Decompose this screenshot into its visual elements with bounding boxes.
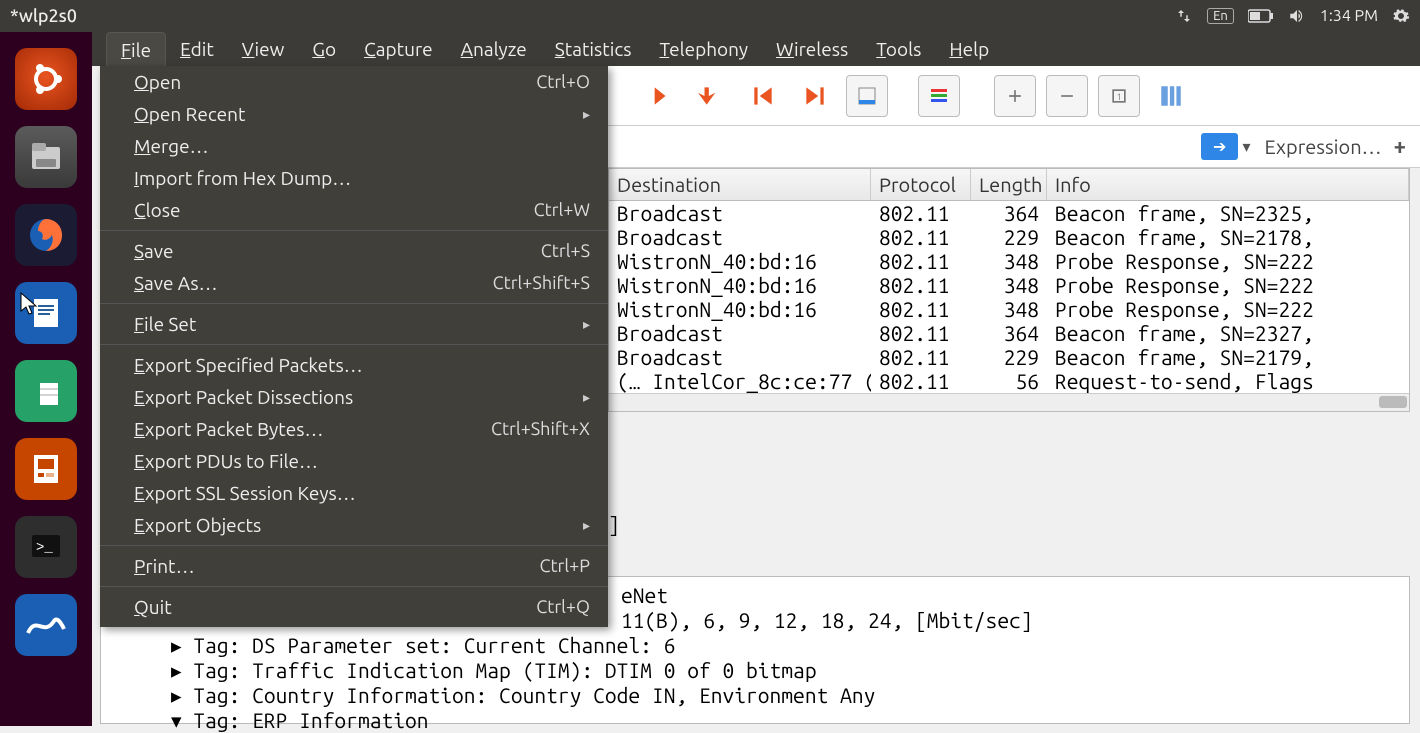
file-menu-dropdown: OpenCtrl+OOpen RecentMerge…Import from H… (100, 66, 608, 627)
filter-history-dropdown-icon[interactable]: ▾ (1242, 137, 1250, 156)
file-menu-quit[interactable]: QuitCtrl+Q (100, 591, 608, 623)
volume-icon[interactable] (1288, 7, 1306, 25)
menu-analyze[interactable]: Analyze (447, 32, 541, 66)
file-menu-file-set[interactable]: File Set (100, 308, 608, 340)
file-menu-export-objects[interactable]: Export Objects (100, 509, 608, 541)
file-menu-export-specified-packets[interactable]: Export Specified Packets… (100, 349, 608, 381)
packet-row[interactable]: Broadcast802.11364Beacon frame, SN=2325, (609, 201, 1409, 225)
network-icon[interactable] (1175, 7, 1193, 25)
menu-edit[interactable]: Edit (166, 32, 228, 66)
launcher-impress-icon[interactable] (15, 438, 77, 500)
launcher-ubuntu-icon[interactable] (15, 48, 77, 110)
packet-row[interactable]: Broadcast802.11229Beacon frame, SN=2179, (609, 345, 1409, 369)
battery-icon[interactable] (1248, 9, 1274, 23)
packet-row[interactable]: (… IntelCor_8c:ce:77 (…802.1156Request-t… (609, 369, 1409, 393)
menu-statistics[interactable]: Statistics (541, 32, 646, 66)
menu-wireless[interactable]: Wireless (762, 32, 862, 66)
system-top-bar: *wlp2s0 En 1:34 PM (0, 0, 1420, 32)
menu-go[interactable]: Go (298, 32, 350, 66)
go-forward-icon[interactable] (638, 75, 680, 117)
menu-help[interactable]: Help (935, 32, 1003, 66)
detail-line[interactable]: ▸ Tag: Traffic Indication Map (TIM): DTI… (111, 658, 1399, 683)
detail-line[interactable]: ▾ Tag: ERP Information (111, 708, 1399, 733)
mouse-cursor-icon (20, 292, 38, 320)
menu-tools[interactable]: Tools (862, 32, 935, 66)
packet-row[interactable]: Broadcast802.11229Beacon frame, SN=2178, (609, 225, 1409, 249)
file-menu-close[interactable]: CloseCtrl+W (100, 194, 608, 226)
app-menubar: FileEditViewGoCaptureAnalyzeStatisticsTe… (92, 32, 1420, 66)
packet-row[interactable]: WistronN_40:bd:16802.11348Probe Response… (609, 297, 1409, 321)
file-menu-import-from-hex-dump[interactable]: Import from Hex Dump… (100, 162, 608, 194)
file-menu-save[interactable]: SaveCtrl+S (100, 235, 608, 267)
column-header-info[interactable]: Info (1047, 169, 1409, 200)
add-filter-button[interactable]: + (1394, 134, 1406, 159)
file-menu-save-as[interactable]: Save As…Ctrl+Shift+S (100, 267, 608, 299)
system-indicators: En 1:34 PM (1175, 7, 1410, 25)
packet-row[interactable]: WistronN_40:bd:16802.11348Probe Response… (609, 273, 1409, 297)
truncated-bracket: ] (608, 512, 620, 536)
horizontal-scrollbar[interactable] (609, 393, 1409, 411)
column-header-protocol[interactable]: Protocol (871, 169, 971, 200)
autoscroll-icon[interactable] (846, 75, 888, 117)
go-last-icon[interactable] (794, 75, 836, 117)
zoom-in-icon[interactable] (994, 75, 1036, 117)
packet-row[interactable]: Broadcast802.11364Beacon frame, SN=2327, (609, 321, 1409, 345)
zoom-out-icon[interactable] (1046, 75, 1088, 117)
file-menu-export-packet-bytes[interactable]: Export Packet Bytes…Ctrl+Shift+X (100, 413, 608, 445)
jump-down-icon[interactable] (690, 75, 732, 117)
menu-file[interactable]: File (106, 32, 166, 67)
launcher-firefox-icon[interactable] (15, 204, 77, 266)
launcher-files-icon[interactable] (15, 126, 77, 188)
file-menu-export-pdus-to-file[interactable]: Export PDUs to File… (100, 445, 608, 477)
zoom-reset-icon[interactable]: 1 (1098, 75, 1140, 117)
launcher-wireshark-icon[interactable] (15, 594, 77, 656)
settings-gear-icon[interactable] (1392, 7, 1410, 25)
resize-columns-icon[interactable] (1150, 75, 1192, 117)
file-menu-open[interactable]: OpenCtrl+O (100, 66, 608, 98)
file-menu-print[interactable]: Print…Ctrl+P (100, 550, 608, 582)
file-menu-export-ssl-session-keys[interactable]: Export SSL Session Keys… (100, 477, 608, 509)
svg-text:1: 1 (1117, 91, 1122, 102)
file-menu-open-recent[interactable]: Open Recent (100, 98, 608, 130)
column-header-length[interactable]: Length (971, 169, 1047, 200)
unity-launcher: >_ (0, 32, 92, 726)
detail-line[interactable]: ▸ Tag: DS Parameter set: Current Channel… (111, 633, 1399, 658)
column-header-destination[interactable]: Destination (609, 169, 871, 200)
go-first-icon[interactable] (742, 75, 784, 117)
window-title: *wlp2s0 (10, 6, 77, 26)
file-menu-export-packet-dissections[interactable]: Export Packet Dissections (100, 381, 608, 413)
expression-button[interactable]: Expression… (1264, 135, 1381, 158)
svg-text:>_: >_ (36, 540, 53, 556)
apply-filter-button[interactable]: ➔ (1201, 133, 1238, 160)
packet-list-pane[interactable]: DestinationProtocolLengthInfoBroadcast80… (608, 168, 1410, 412)
menu-capture[interactable]: Capture (350, 32, 447, 66)
menu-view[interactable]: View (228, 32, 299, 66)
language-indicator[interactable]: En (1207, 8, 1234, 24)
launcher-calc-icon[interactable] (15, 360, 77, 422)
display-filter-bar: ➔ ▾ Expression… + (608, 126, 1420, 168)
file-menu-merge[interactable]: Merge… (100, 130, 608, 162)
menu-telephony[interactable]: Telephony (645, 32, 762, 66)
clock[interactable]: 1:34 PM (1320, 7, 1378, 25)
detail-line[interactable]: ▸ Tag: Country Information: Country Code… (111, 683, 1399, 708)
colorize-icon[interactable] (918, 75, 960, 117)
launcher-terminal-icon[interactable]: >_ (15, 516, 77, 578)
main-toolbar: 1 (608, 66, 1420, 126)
packet-row[interactable]: WistronN_40:bd:16802.11348Probe Response… (609, 249, 1409, 273)
